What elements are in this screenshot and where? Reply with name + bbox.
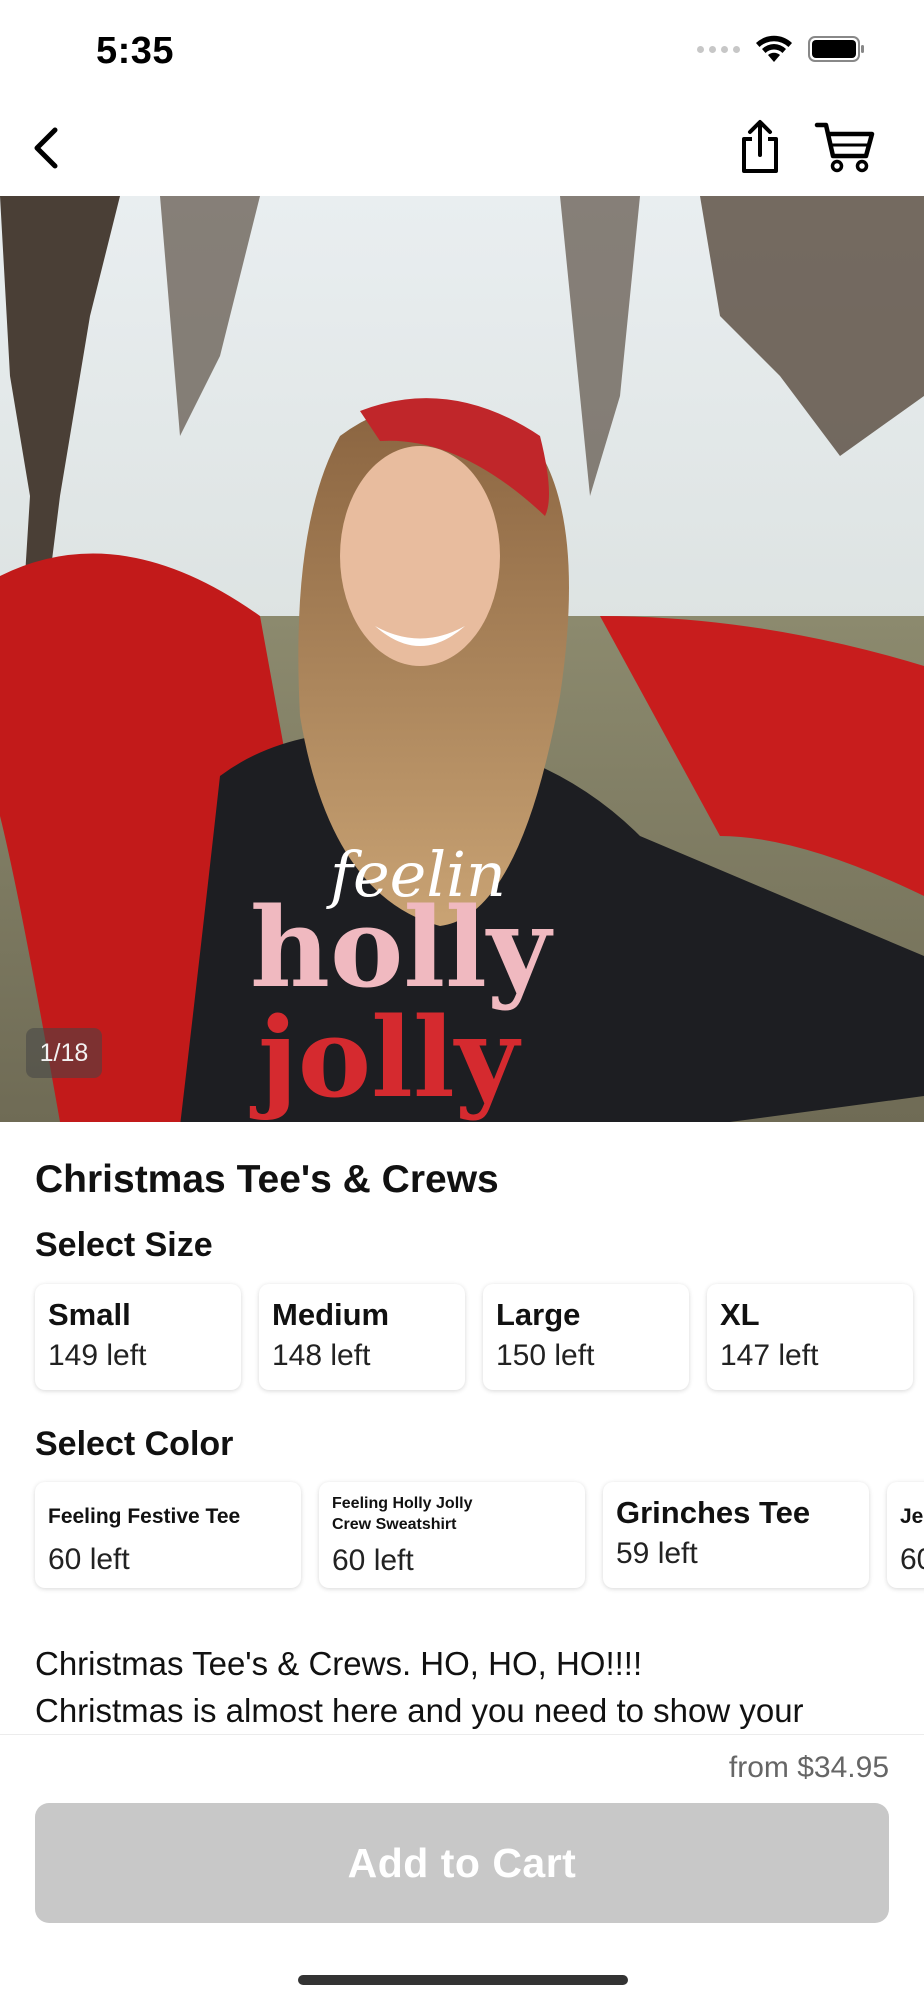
color-option-stock: 60 (900, 1543, 924, 1577)
wifi-icon (756, 35, 792, 62)
product-description: Christmas Tee's & Crews. HO, HO, HO!!!! … (35, 1640, 895, 1734)
color-option-name: Feeling Festive Tee (48, 1505, 241, 1528)
product-photo: feelin holly jolly (0, 196, 924, 1122)
size-option-medium[interactable]: Medium 148 left (259, 1284, 465, 1390)
size-options: Small 149 left Medium 148 left Large 150… (35, 1284, 913, 1390)
description-line: Christmas is almost here and you need to… (35, 1692, 804, 1729)
home-indicator[interactable] (298, 1975, 628, 1985)
battery-icon (808, 36, 864, 62)
size-option-xl[interactable]: XL 147 left (707, 1284, 913, 1390)
color-option-feeling-festive-tee[interactable]: Feeling Festive Tee 60 left (35, 1482, 301, 1588)
color-option-stock: 59 left (616, 1537, 698, 1571)
size-option-stock: 147 left (720, 1339, 819, 1373)
size-option-name: XL (720, 1297, 760, 1332)
product-details-sheet: Christmas Tee's & Crews Select Size Smal… (0, 1122, 924, 1742)
size-option-small[interactable]: Small 149 left (35, 1284, 241, 1390)
back-button[interactable] (16, 118, 76, 178)
image-counter: 1/18 (26, 1028, 102, 1078)
share-icon (742, 120, 778, 173)
size-option-name: Medium (272, 1297, 390, 1332)
cart-icon (814, 122, 875, 173)
description-line: Christmas Tee's & Crews. HO, HO, HO!!!! (35, 1645, 643, 1682)
chevron-left-icon (34, 127, 58, 169)
color-option-name: Je (900, 1505, 924, 1528)
product-image[interactable]: feelin holly jolly (0, 196, 924, 1122)
color-option-name: Feeling Holly Jolly Crew Sweatshirt (332, 1495, 473, 1533)
color-option-name: Grinches Tee (616, 1495, 811, 1530)
status-bar: 5:35 (0, 0, 924, 100)
color-options: Feeling Festive Tee 60 left Feeling Holl… (35, 1482, 924, 1588)
size-option-name: Small (48, 1297, 131, 1332)
color-option-holly-jolly-crew[interactable]: Feeling Holly Jolly Crew Sweatshirt 60 l… (319, 1482, 585, 1588)
color-option-grinches-tee[interactable]: Grinches Tee 59 left (603, 1482, 869, 1588)
checkout-bar: from $34.95 Add to Cart (0, 1734, 924, 2000)
color-option-partial[interactable]: Je 60 (887, 1482, 924, 1588)
cart-button[interactable] (810, 116, 880, 178)
cellular-signal-icon (697, 45, 740, 53)
price-label: from $34.95 (728, 1751, 889, 1784)
nav-bar (0, 100, 924, 196)
status-time: 5:35 (96, 30, 175, 72)
product-title: Christmas Tee's & Crews (35, 1158, 499, 1201)
select-size-label: Select Size (35, 1226, 213, 1264)
status-icons (697, 34, 866, 64)
color-option-stock: 60 left (48, 1543, 130, 1577)
size-option-large[interactable]: Large 150 left (483, 1284, 689, 1390)
share-button[interactable] (730, 114, 790, 180)
add-to-cart-button[interactable]: Add to Cart (35, 1803, 889, 1923)
size-option-stock: 148 left (272, 1339, 371, 1373)
size-option-stock: 150 left (496, 1339, 595, 1373)
svg-text:jolly: jolly (249, 993, 522, 1122)
size-option-name: Large (496, 1297, 581, 1332)
select-color-label: Select Color (35, 1425, 234, 1463)
size-option-stock: 149 left (48, 1339, 147, 1373)
color-option-stock: 60 left (332, 1543, 414, 1577)
